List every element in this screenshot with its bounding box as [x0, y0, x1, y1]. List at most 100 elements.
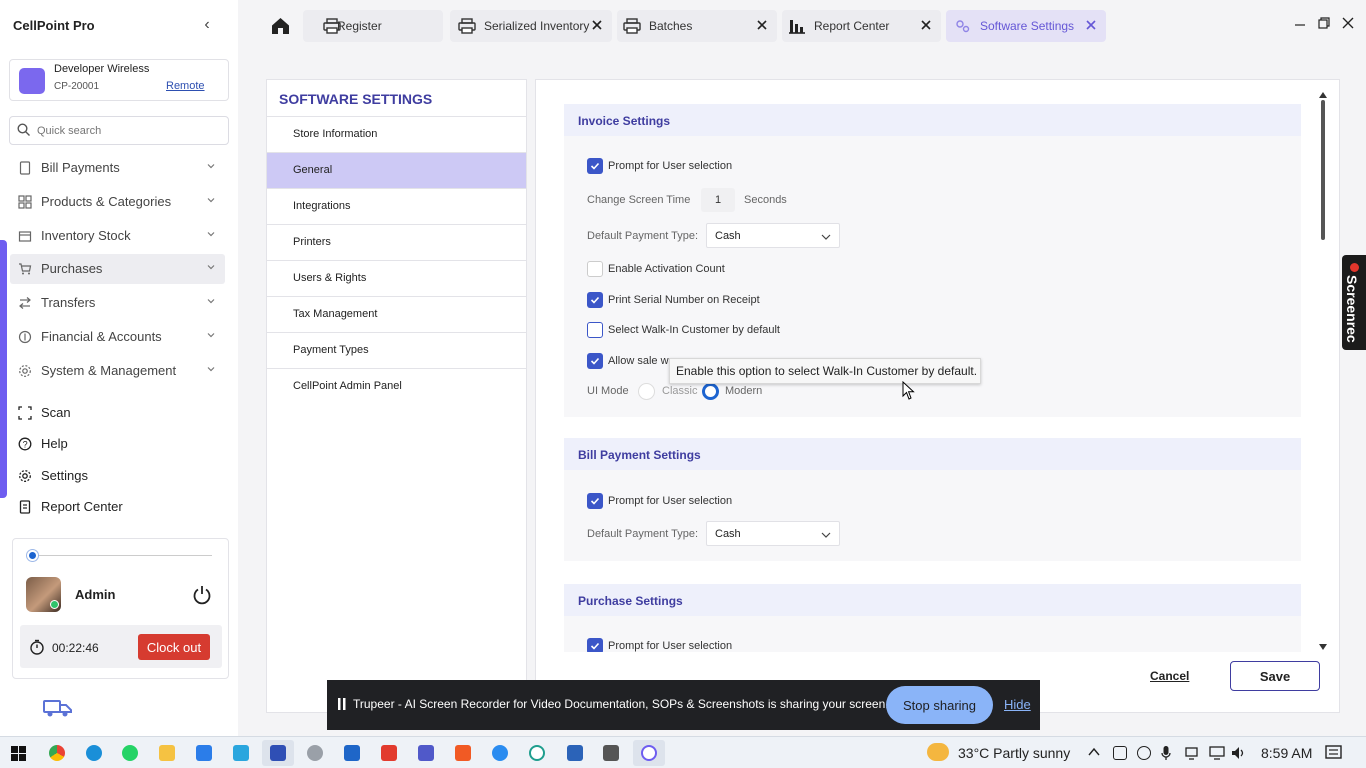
settings-nav-admin-panel[interactable]: CellPoint Admin Panel [267, 368, 526, 404]
app-icon[interactable] [492, 745, 508, 761]
settings-nav-store-information[interactable]: Store Information [267, 116, 526, 152]
change-screen-input[interactable]: 1 [701, 188, 735, 212]
scroll-down-icon[interactable] [1319, 644, 1327, 650]
close-icon[interactable] [590, 18, 604, 32]
close-icon[interactable] [919, 18, 933, 32]
scrollbar-thumb[interactable] [1321, 100, 1325, 240]
app-icon[interactable] [344, 745, 360, 761]
nav-financial-accounts[interactable]: Financial & Accounts [10, 322, 225, 352]
nav-report-center[interactable]: Report Center [10, 492, 225, 522]
app-icon[interactable] [307, 745, 323, 761]
settings-nav-tax-management[interactable]: Tax Management [267, 296, 526, 332]
edge-icon[interactable] [86, 745, 102, 761]
payment-type-select[interactable]: Cash [706, 223, 840, 248]
close-icon[interactable] [1084, 18, 1098, 32]
chrome-icon[interactable] [49, 745, 65, 761]
walkin-customer-checkbox[interactable] [587, 322, 603, 338]
slider-track [30, 555, 212, 556]
cancel-link[interactable]: Cancel [1150, 669, 1189, 683]
ui-mode-modern-radio[interactable] [702, 383, 719, 400]
settings-nav-payment-types[interactable]: Payment Types [267, 332, 526, 368]
app-icon[interactable] [567, 745, 583, 761]
slider-thumb[interactable] [27, 550, 38, 561]
settings-nav-integrations[interactable]: Integrations [267, 188, 526, 224]
power-icon[interactable] [191, 584, 213, 606]
bill-prompt-user-checkbox[interactable] [587, 493, 603, 509]
teams-icon[interactable] [418, 745, 434, 761]
whatsapp-icon[interactable] [122, 745, 138, 761]
prompt-user-checkbox[interactable] [587, 158, 603, 174]
nav-settings[interactable]: Settings [10, 461, 225, 491]
app-icon[interactable] [529, 745, 545, 761]
windows-taskbar: 33°C Partly sunny 8:59 AM [0, 736, 1366, 768]
nav-transfers[interactable]: Transfers [10, 288, 225, 318]
tab-report-center[interactable]: Report Center [782, 10, 941, 42]
print-serial-checkbox[interactable] [587, 292, 603, 308]
content-scrollbar[interactable] [1318, 92, 1328, 652]
display-icon[interactable] [1209, 745, 1225, 761]
bill-payment-type-select[interactable]: Cash [706, 521, 840, 546]
svg-text:?: ? [23, 439, 28, 449]
collapse-sidebar-icon[interactable]: ‹ [200, 16, 214, 34]
stop-sharing-button[interactable]: Stop sharing [886, 686, 993, 724]
ui-mode-classic-radio[interactable] [638, 383, 655, 400]
activation-count-checkbox[interactable] [587, 261, 603, 277]
section-header: Purchase Settings [564, 584, 1301, 616]
tab-serialized-inventory[interactable]: Serialized Inventory [450, 10, 612, 42]
tab-register[interactable]: Register [303, 10, 443, 42]
nav-inventory-stock[interactable]: Inventory Stock [10, 221, 225, 251]
chevron-up-icon[interactable] [1088, 747, 1100, 757]
nav-bill-payments[interactable]: Bill Payments [10, 153, 225, 183]
save-button[interactable]: Save [1230, 661, 1320, 691]
cellpoint-app-icon[interactable] [270, 745, 286, 761]
restore-icon[interactable] [1317, 16, 1331, 30]
tray-icon[interactable] [1137, 746, 1151, 760]
nav-label: Inventory Stock [41, 228, 131, 243]
network-icon[interactable] [1185, 745, 1201, 761]
hide-link[interactable]: Hide [1004, 697, 1031, 712]
nav-scan[interactable]: Scan [10, 398, 225, 428]
recorder-app-icon[interactable] [641, 745, 657, 761]
print-serial-label: Print Serial Number on Receipt [608, 294, 760, 306]
tab-batches[interactable]: Batches [617, 10, 777, 42]
microphone-icon[interactable] [1161, 745, 1171, 761]
weather-text[interactable]: 33°C Partly sunny [958, 745, 1070, 761]
brave-icon[interactable] [455, 745, 471, 761]
scan-icon [18, 406, 32, 420]
nav-help[interactable]: ? Help [10, 429, 225, 459]
remote-link[interactable]: Remote [166, 80, 205, 92]
check-icon [590, 162, 600, 170]
file-explorer-icon[interactable] [159, 745, 175, 761]
volume-icon[interactable] [1231, 745, 1247, 761]
tray-icon[interactable] [1113, 746, 1127, 760]
settings-nav-general[interactable]: General [267, 152, 526, 188]
app-icon[interactable] [233, 745, 249, 761]
quick-search[interactable] [9, 116, 229, 145]
windows-start-icon[interactable] [11, 746, 26, 761]
nav-label: Transfers [41, 295, 96, 310]
minimize-icon[interactable] [1293, 16, 1307, 30]
pause-icon[interactable] [338, 697, 346, 711]
allow-sale-checkbox[interactable] [587, 353, 603, 369]
chevron-down-icon [207, 299, 215, 304]
home-tab[interactable] [266, 10, 296, 42]
app-icon[interactable] [381, 745, 397, 761]
nav-products-categories[interactable]: Products & Categories [10, 187, 225, 217]
close-icon[interactable] [755, 18, 769, 32]
search-input[interactable] [37, 122, 222, 140]
clock-time[interactable]: 8:59 AM [1261, 745, 1312, 761]
tab-software-settings[interactable]: Software Settings [946, 10, 1106, 42]
scroll-up-icon[interactable] [1319, 92, 1327, 98]
settings-gears-icon [956, 20, 970, 33]
screenrec-widget[interactable]: Screenrec [1342, 255, 1366, 350]
clock-out-button[interactable]: Clock out [138, 634, 210, 660]
store-icon[interactable] [196, 745, 212, 761]
nav-purchases[interactable]: Purchases [10, 254, 225, 284]
calculator-icon[interactable] [603, 745, 619, 761]
window-close-icon[interactable] [1341, 16, 1355, 30]
delivery-truck-icon[interactable] [43, 698, 73, 718]
nav-system-management[interactable]: System & Management [10, 356, 225, 386]
settings-nav-users-rights[interactable]: Users & Rights [267, 260, 526, 296]
notifications-icon[interactable] [1325, 745, 1342, 761]
settings-nav-printers[interactable]: Printers [267, 224, 526, 260]
